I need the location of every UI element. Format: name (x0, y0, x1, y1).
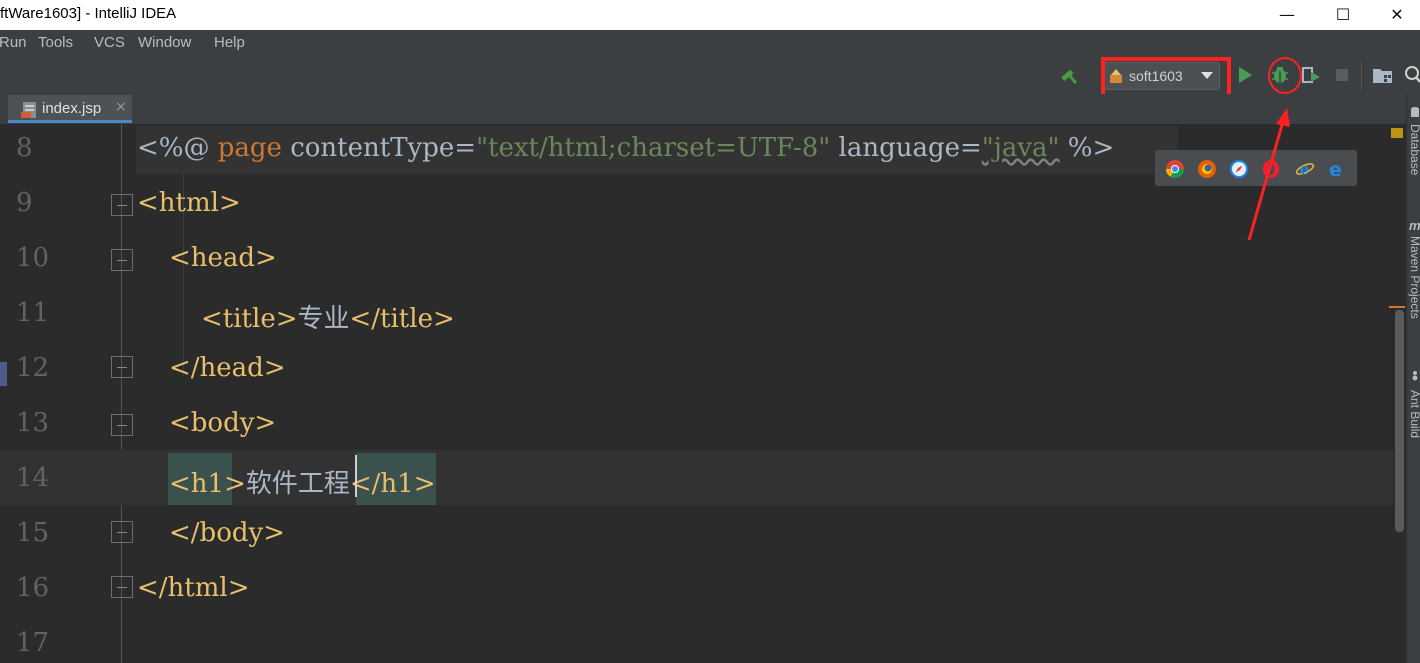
code-text: <h1>软件工程</h1> (169, 463, 436, 500)
maven-projects-panel-tab[interactable]: Maven Projects (1408, 236, 1420, 319)
directive-open: <%@ (137, 133, 218, 163)
code-text: </html> (137, 573, 250, 603)
line-number: 10 (16, 243, 50, 273)
menu-vcs[interactable]: VCS (94, 34, 125, 51)
chrome-icon[interactable] (1165, 159, 1185, 179)
line-number: 8 (16, 133, 33, 163)
code-text: <body> (169, 408, 277, 438)
coverage-icon[interactable] (1300, 64, 1322, 86)
tab-close-icon[interactable]: × (115, 99, 127, 115)
code-line: 13 <body> (0, 399, 1406, 454)
toolbar-separator (1361, 62, 1362, 90)
fold-marker[interactable] (111, 414, 133, 436)
edge-icon[interactable]: e (1327, 159, 1347, 179)
code-line: 10 <head> (0, 234, 1406, 289)
menu-bar: Run Tools VCS Window Help (0, 30, 1420, 57)
fold-marker[interactable] (111, 521, 133, 543)
text-caret (355, 455, 357, 497)
fold-marker[interactable] (111, 249, 133, 271)
maximize-button[interactable]: ☐ (1320, 0, 1366, 30)
inspection-status-icon[interactable] (1391, 128, 1403, 138)
tab-label: index.jsp (42, 100, 102, 117)
code-line: 9 <html> (0, 179, 1406, 234)
fold-marker[interactable] (111, 194, 133, 216)
ant-build-panel-tab[interactable]: Ant Build (1408, 390, 1420, 438)
error-stripe-marker[interactable] (1389, 306, 1405, 308)
attribute-value: "java" (981, 133, 1060, 163)
title-bar: ftWare1603] - IntelliJ IDEA — ☐ ✕ (0, 0, 1420, 30)
attribute-name: contentType= (281, 133, 477, 163)
jsp-file-icon (21, 102, 36, 118)
editor-tab-bar (0, 94, 1406, 124)
maven-icon: m (1409, 218, 1420, 233)
code-editor[interactable]: 8 <%@ page contentType="text/html;charse… (0, 124, 1406, 663)
build-hammer-icon[interactable] (1058, 64, 1080, 86)
code-text: <%@ page contentType="text/html;charset=… (137, 133, 1114, 163)
line-number: 13 (16, 408, 50, 438)
line-number: 15 (16, 518, 50, 548)
tag-content: 软件工程 (245, 469, 350, 499)
tag-open: <title> (201, 304, 298, 334)
code-line-current: 14 <h1>软件工程</h1> (0, 450, 1406, 505)
database-icon (1411, 107, 1419, 117)
opera-icon[interactable] (1261, 159, 1281, 179)
fold-marker[interactable] (111, 576, 133, 598)
directive-keyword: page (217, 133, 282, 163)
minimize-button[interactable]: — (1264, 0, 1310, 30)
stop-icon[interactable] (1334, 67, 1350, 83)
menu-help[interactable]: Help (214, 34, 245, 51)
tag-content: 专业 (297, 304, 350, 334)
code-line: 12 </head> (0, 344, 1406, 399)
database-panel-tab[interactable]: Database (1408, 124, 1420, 175)
directive-close: %> (1059, 133, 1115, 163)
ie-icon[interactable]: e (1295, 159, 1315, 179)
attribute-name: language= (830, 133, 982, 163)
ant-icon (1412, 371, 1418, 381)
code-line: 17 (0, 619, 1406, 663)
line-number: 17 (16, 628, 50, 658)
code-text: </body> (169, 518, 285, 548)
code-text: <html> (137, 188, 241, 218)
line-number: 12 (16, 353, 50, 383)
menu-run[interactable]: Run (0, 34, 27, 51)
code-text: <head> (169, 243, 277, 273)
tag-open: <h1> (169, 469, 246, 499)
svg-text:e: e (1300, 159, 1310, 178)
line-number: 11 (16, 298, 50, 328)
svg-text:e: e (1329, 159, 1342, 179)
code-text: </head> (169, 353, 286, 383)
tag-close: </title> (349, 304, 455, 334)
project-structure-icon[interactable] (1372, 65, 1394, 85)
fold-marker[interactable] (111, 356, 133, 378)
window-title: ftWare1603] - IntelliJ IDEA (0, 5, 177, 22)
code-line: 16 </html> (0, 564, 1406, 619)
tag-close: </h1> (349, 469, 436, 499)
code-line: 15 </body> (0, 509, 1406, 564)
attribute-value: "text/html;charset=UTF-8" (476, 133, 831, 163)
safari-icon[interactable] (1229, 159, 1249, 179)
run-icon[interactable] (1236, 65, 1254, 85)
menu-window[interactable]: Window (138, 34, 191, 51)
line-number: 16 (16, 573, 50, 603)
search-icon[interactable] (1404, 65, 1420, 85)
browser-selector-popup: e e (1155, 150, 1357, 186)
firefox-icon[interactable] (1197, 159, 1217, 179)
line-number: 14 (16, 463, 50, 493)
annotation-red-box (1101, 57, 1231, 99)
close-window-button[interactable]: ✕ (1374, 0, 1420, 30)
tab-index-jsp[interactable]: index.jsp × (8, 95, 132, 123)
tab-active-underline (8, 120, 132, 123)
annotation-red-circle (1268, 57, 1302, 94)
menu-tools[interactable]: Tools (38, 34, 73, 51)
code-line: 11 <title>专业</title> (0, 289, 1406, 344)
code-text: <title>专业</title> (201, 298, 455, 335)
editor-scrollbar-thumb[interactable] (1395, 310, 1404, 532)
line-number: 9 (16, 188, 33, 218)
